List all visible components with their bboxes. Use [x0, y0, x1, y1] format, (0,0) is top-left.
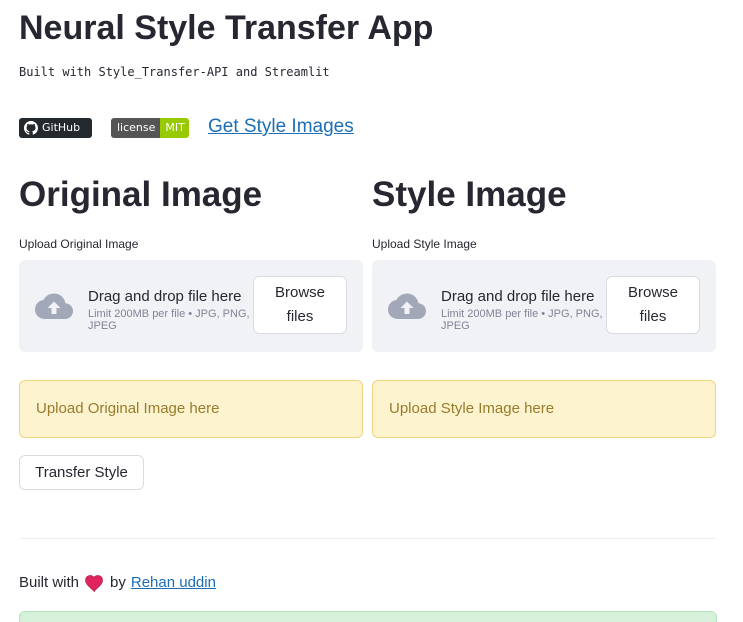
cloud-upload-icon: [35, 293, 73, 319]
style-drop-text: Drag and drop file here: [441, 288, 595, 305]
style-file-dropzone[interactable]: Drag and drop file here Limit 200MB per …: [372, 260, 716, 352]
original-image-heading: Original Image: [19, 175, 263, 214]
heart-icon: [85, 574, 103, 592]
github-badge[interactable]: GitHub: [19, 118, 92, 138]
browse-label-line2: files: [286, 308, 314, 325]
style-browse-files-button[interactable]: Browse files: [606, 276, 700, 334]
transfer-style-button[interactable]: Transfer Style: [19, 455, 144, 490]
cloud-upload-icon: [388, 293, 426, 319]
footer-by: by: [110, 574, 126, 591]
success-alert: [19, 611, 717, 622]
style-upload-label: Upload Style Image: [372, 237, 477, 251]
footer-divider: [19, 538, 717, 539]
license-badge-value: MIT: [160, 118, 189, 138]
original-browse-files-button[interactable]: Browse files: [253, 276, 347, 334]
app-subtitle: Built with Style_Transfer-API and Stream…: [19, 65, 330, 79]
app-title: Neural Style Transfer App: [19, 9, 434, 47]
style-limit-text: Limit 200MB per file • JPG, PNG, JPEG: [441, 308, 603, 332]
original-limit-text: Limit 200MB per file • JPG, PNG, JPEG: [88, 308, 250, 332]
author-link[interactable]: Rehan uddin: [131, 573, 216, 593]
footer-credit: Built with by Rehan uddin: [19, 573, 216, 593]
get-style-images-link[interactable]: Get Style Images: [208, 114, 354, 140]
browse-label-line2: files: [639, 308, 667, 325]
app-page: Neural Style Transfer App Built with Sty…: [0, 0, 743, 622]
original-drop-text: Drag and drop file here: [88, 288, 242, 305]
license-badge-label: license: [111, 118, 161, 138]
original-upload-label: Upload Original Image: [19, 237, 139, 251]
github-icon: [24, 121, 38, 135]
browse-label-line1: Browse: [627, 284, 679, 301]
browse-label-line1: Browse: [274, 284, 326, 301]
original-file-dropzone[interactable]: Drag and drop file here Limit 200MB per …: [19, 260, 363, 352]
style-warning-alert: Upload Style Image here: [372, 380, 716, 438]
github-badge-label: GitHub: [42, 121, 81, 134]
style-image-heading: Style Image: [372, 175, 567, 214]
original-warning-alert: Upload Original Image here: [19, 380, 363, 438]
footer-built-with: Built with: [19, 574, 80, 591]
license-badge[interactable]: license MIT: [111, 118, 189, 138]
